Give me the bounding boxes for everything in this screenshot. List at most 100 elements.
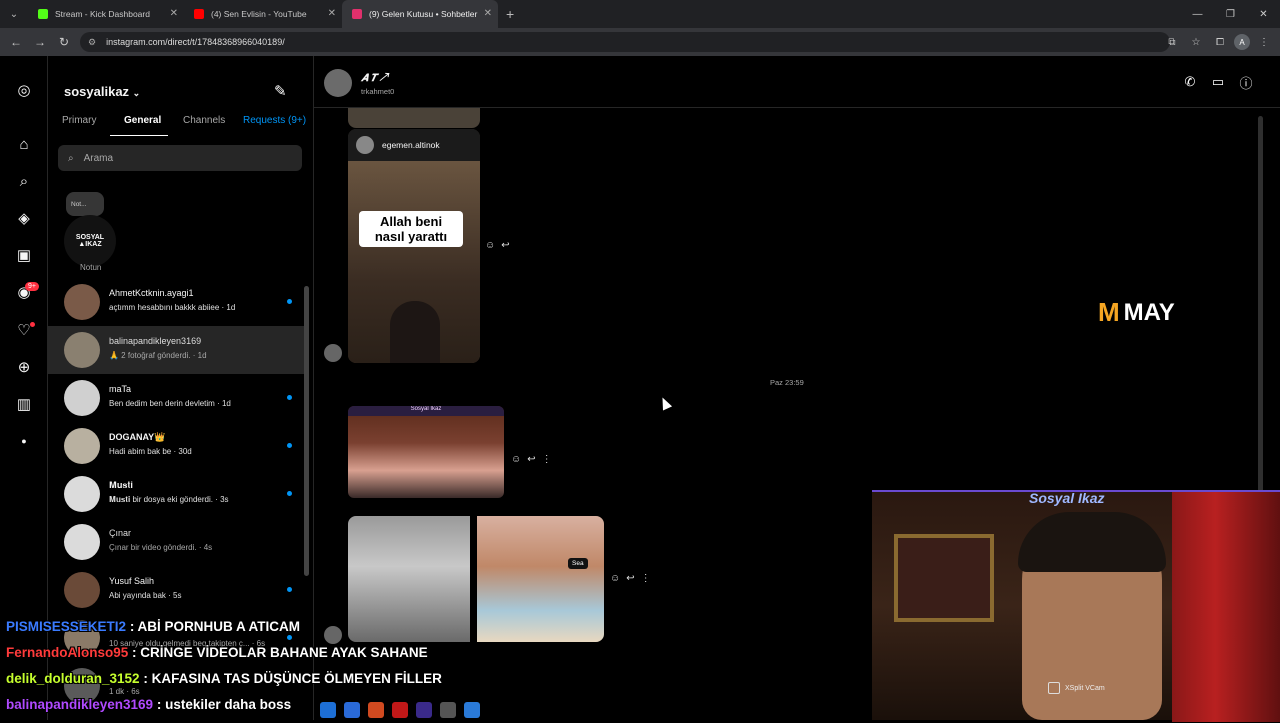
profile-avatar[interactable]: A	[1234, 34, 1250, 50]
close-window-icon[interactable]: ✕	[1247, 0, 1280, 28]
tab-label: (4) Sen Evlisin - YouTube	[211, 9, 307, 19]
chevron-down-icon: ⌄	[132, 88, 141, 98]
tab-label: (9) Gelen Kutusu • Sohbetler	[369, 9, 478, 19]
note-text: Not...	[71, 200, 87, 208]
conversation-item[interactable]: Yusuf Salih Abi yayında bak · 5s	[48, 566, 304, 614]
avatar	[64, 380, 100, 416]
shared-reel-card[interactable]: egemen.altinok Allah beni nasıl yarattı	[348, 129, 480, 363]
tab-youtube[interactable]: (4) Sen Evlisin - YouTube ✕	[184, 0, 342, 28]
logo-line-2: ▲IKAZ	[78, 241, 102, 248]
search-input[interactable]: ⌕ Arama	[58, 145, 302, 171]
conversation-item[interactable]: 𝐌𝐮𝐬𝐭𝐢 𝐌𝐮𝐬𝐭𝐢 bir dosya eki gönderdi. · 3s	[48, 470, 304, 518]
conversation-item[interactable]: DOGANAY👑 Hadi abim bak be · 30d	[48, 422, 304, 470]
note-bubble[interactable]: Not...	[66, 192, 104, 216]
conversation-item[interactable]: AhmetKctknin.ayagi1 açtımm hesabbını bak…	[48, 278, 304, 326]
chat-text: : ustekiler daha boss	[156, 697, 292, 712]
conversation-item-selected[interactable]: balinapandikleyen3169 🙏 2 fotoğraf gönde…	[48, 326, 304, 374]
conversation-item[interactable]: maTa Ben dedim ben derin devletim · 1d	[48, 374, 304, 422]
chat-avatar[interactable]	[324, 69, 352, 97]
phone-icon[interactable]: ✆	[1182, 74, 1198, 90]
back-icon[interactable]: ←	[4, 35, 28, 49]
profile-icon[interactable]: ●	[14, 431, 34, 451]
compose-icon[interactable]: ✎	[274, 82, 287, 100]
create-icon[interactable]: ⊕	[14, 357, 34, 377]
window-controls: — ❐ ✕	[1181, 0, 1280, 28]
conversation-item[interactable]: Çınar Çınar bir video gönderdi. · 4s	[48, 518, 304, 566]
conversation-preview: 𝐌𝐮𝐬𝐭𝐢 bir dosya eki gönderdi. · 3s	[109, 495, 229, 504]
obs-icon[interactable]	[440, 702, 456, 718]
dashboard-icon[interactable]: ▥	[14, 394, 34, 414]
edge-icon[interactable]	[320, 702, 336, 718]
watermark-text: MAY	[1123, 298, 1175, 326]
forward-icon[interactable]: →	[28, 35, 52, 49]
search-icon[interactable]: ⌕	[14, 171, 34, 191]
reel-caption: Allah beni nasıl yarattı	[359, 211, 463, 247]
tab-instagram-inbox[interactable]: (9) Gelen Kutusu • Sohbetler ✕	[342, 0, 498, 28]
stream-chat-message: FernandoAlonso95 : CRİNGE VİDEOLAR BAHAN…	[6, 645, 526, 671]
shared-photo[interactable]: Sosyal Ikaz	[348, 406, 504, 498]
bookmark-star-icon[interactable]: ☆	[1186, 32, 1206, 52]
browser-tools: ⧉ ☆ ⧠ A ⋮	[1162, 32, 1274, 52]
reel-figure	[390, 301, 440, 363]
previous-reel-card[interactable]	[348, 108, 480, 128]
react-emoji-icon[interactable]: ☺	[485, 240, 495, 251]
reply-icon[interactable]: ↩	[626, 573, 634, 584]
chat-header: 𝑨 𝑻 ↗ trkahmet0 ✆ ▭ ⓘ	[314, 56, 1280, 108]
search-icon: ⌕	[68, 152, 74, 164]
stream-chat-message: PISMISESSEKETI2 : ABİ PORNHUB A ATICAM	[6, 619, 526, 645]
webcam-title: Sosyal Ikaz	[1029, 490, 1105, 506]
tab-channels[interactable]: Channels	[183, 115, 225, 126]
tab-general[interactable]: General	[124, 115, 161, 126]
reel-author[interactable]: egemen.altinok	[348, 129, 480, 161]
site-info-icon[interactable]: ⚙	[88, 37, 96, 48]
more-options-icon[interactable]: ⋮	[542, 454, 552, 465]
tab-close-icon[interactable]: ✕	[170, 8, 178, 19]
inbox-scrollbar[interactable]	[304, 286, 309, 576]
new-tab-icon[interactable]: +	[506, 6, 514, 22]
conversation-name: balinapandikleyen3169	[109, 336, 202, 346]
conversation-preview: Abi yayında bak · 5s	[109, 591, 182, 600]
unread-dot	[287, 587, 292, 592]
chat-username: balinapandikleyen3169	[6, 697, 154, 712]
extensions-icon[interactable]: ⧠	[1210, 32, 1230, 52]
info-icon[interactable]: ⓘ	[1238, 74, 1254, 91]
tab-kick-dashboard[interactable]: Stream - Kick Dashboard ✕	[28, 0, 184, 28]
restore-icon[interactable]: ❐	[1214, 0, 1247, 28]
app-icon[interactable]	[392, 702, 408, 718]
note-avatar[interactable]: SOSYAL ▲IKAZ	[64, 215, 116, 267]
message-actions: ☺ ↩ ⋮	[610, 573, 651, 584]
url-text: instagram.com/direct/t/17848368966040189…	[106, 37, 285, 47]
tab-requests[interactable]: Requests (9+)	[243, 115, 306, 126]
reload-icon[interactable]: ↻	[52, 35, 76, 49]
browser-menu-icon[interactable]: ⋮	[1254, 32, 1274, 52]
more-options-icon[interactable]: ⋮	[641, 573, 651, 584]
unread-dot	[287, 395, 292, 400]
reel-author-name: egemen.altinok	[382, 140, 440, 150]
tab-close-icon[interactable]: ✕	[484, 8, 492, 19]
tab-close-icon[interactable]: ✕	[328, 8, 336, 19]
reply-icon[interactable]: ↩	[527, 454, 535, 465]
premiere-icon[interactable]	[416, 702, 432, 718]
tab-primary[interactable]: Primary	[62, 115, 96, 126]
photoshop-icon[interactable]	[344, 702, 360, 718]
conversation-preview: Hadi abim bak be · 30d	[109, 447, 192, 456]
chrome-icon[interactable]	[464, 702, 480, 718]
react-emoji-icon[interactable]: ☺	[610, 573, 620, 584]
install-app-icon[interactable]: ⧉	[1162, 32, 1182, 52]
minimize-icon[interactable]: —	[1181, 0, 1214, 28]
home-icon[interactable]: ⌂	[14, 134, 34, 154]
reels-icon[interactable]: ▣	[14, 245, 34, 265]
conversation-name: AhmetKctknin.ayagi1	[109, 288, 194, 298]
explore-icon[interactable]: ◈	[14, 208, 34, 228]
chat-text: : ABİ PORNHUB A ATICAM	[129, 619, 301, 634]
illustrator-icon[interactable]	[368, 702, 384, 718]
tab-label: Stream - Kick Dashboard	[55, 9, 150, 19]
instagram-logo-icon[interactable]: ◎	[14, 80, 34, 100]
reply-icon[interactable]: ↩	[501, 240, 509, 251]
tab-search-icon[interactable]: ⌄	[0, 0, 28, 28]
url-bar[interactable]: ⚙ instagram.com/direct/t/178483689660401…	[80, 32, 1170, 52]
account-switcher[interactable]: sosyalikaz ⌄	[64, 84, 140, 99]
react-emoji-icon[interactable]: ☺	[511, 454, 521, 465]
chat-display-name[interactable]: 𝑨 𝑻 ↗	[361, 73, 387, 84]
video-call-icon[interactable]: ▭	[1210, 74, 1226, 90]
